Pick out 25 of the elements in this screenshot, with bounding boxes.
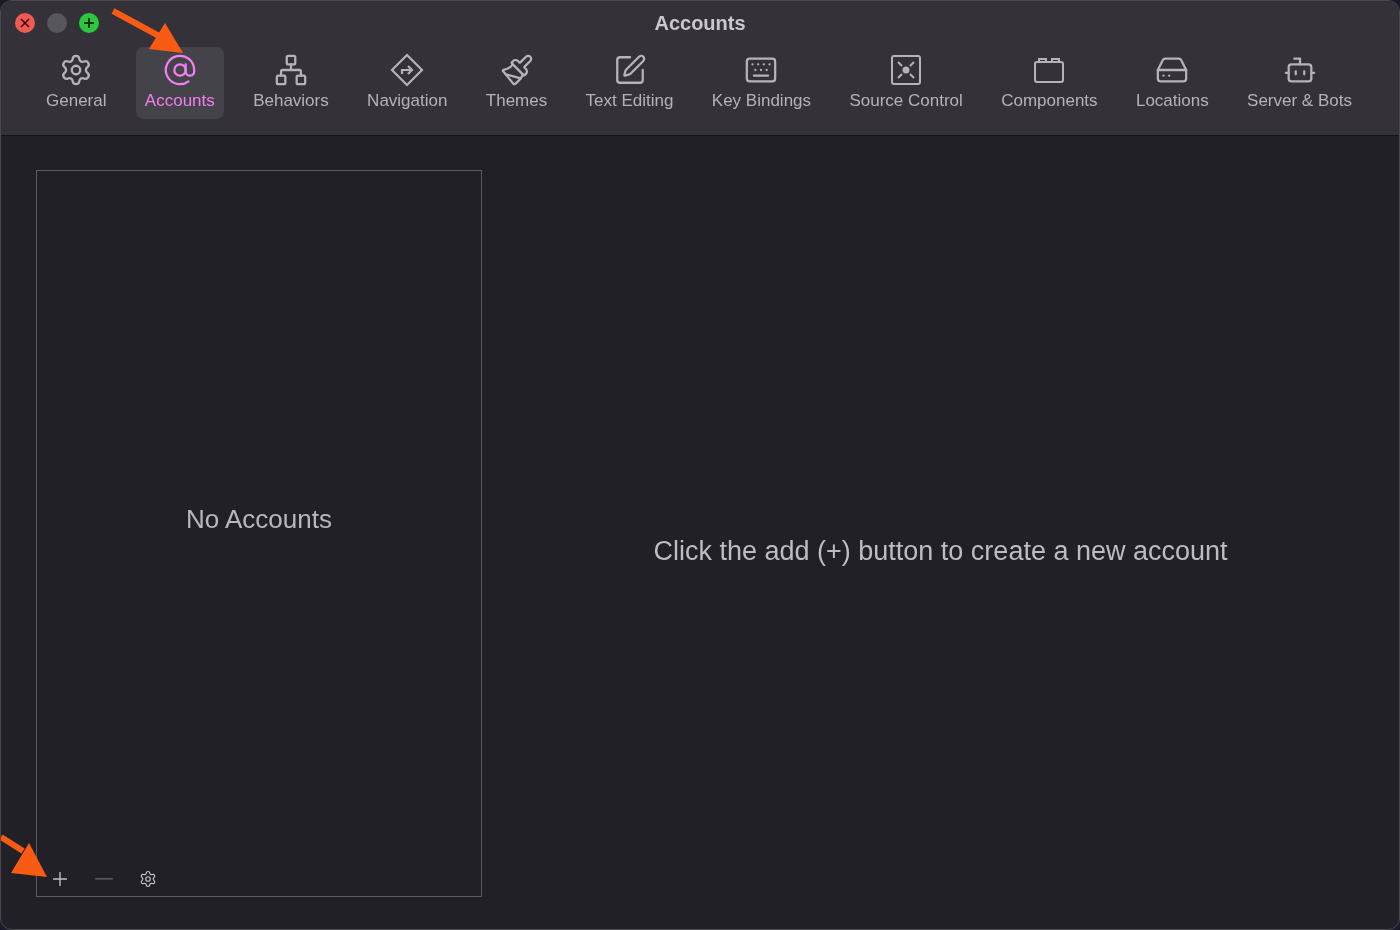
hint-text: Click the add (+) button to create a new account: [653, 536, 1228, 567]
close-button[interactable]: [15, 13, 35, 33]
preferences-tab[interactable]: Behaviors: [244, 47, 338, 119]
preferences-tab[interactable]: Text Editing: [576, 47, 683, 119]
preferences-tab[interactable]: Accounts: [135, 47, 224, 119]
preferences-tab[interactable]: Themes: [476, 47, 557, 119]
zoom-button[interactable]: [79, 13, 99, 33]
safe-icon: [889, 53, 924, 87]
preferences-tab[interactable]: Server & Bots: [1238, 47, 1361, 119]
turn-sign-icon: [390, 53, 425, 87]
preferences-tab[interactable]: Locations: [1126, 47, 1218, 119]
hierarchy-icon: [273, 53, 308, 87]
minus-icon: [95, 878, 113, 880]
plus-icon: [83, 17, 95, 29]
at-sign-icon: [162, 53, 197, 87]
window-title: Accounts: [654, 11, 746, 35]
empty-list-text: No Accounts: [186, 504, 332, 535]
preferences-tab[interactable]: Source Control: [840, 47, 972, 119]
close-icon: [20, 18, 30, 28]
preferences-tab[interactable]: Navigation: [358, 47, 457, 119]
preferences-tab[interactable]: General: [37, 47, 116, 119]
paintbrush-icon: [499, 53, 534, 87]
preferences-tab[interactable]: Key Bindings: [702, 47, 821, 119]
preferences-tab[interactable]: Components: [992, 47, 1107, 119]
gear-icon: [139, 870, 157, 888]
